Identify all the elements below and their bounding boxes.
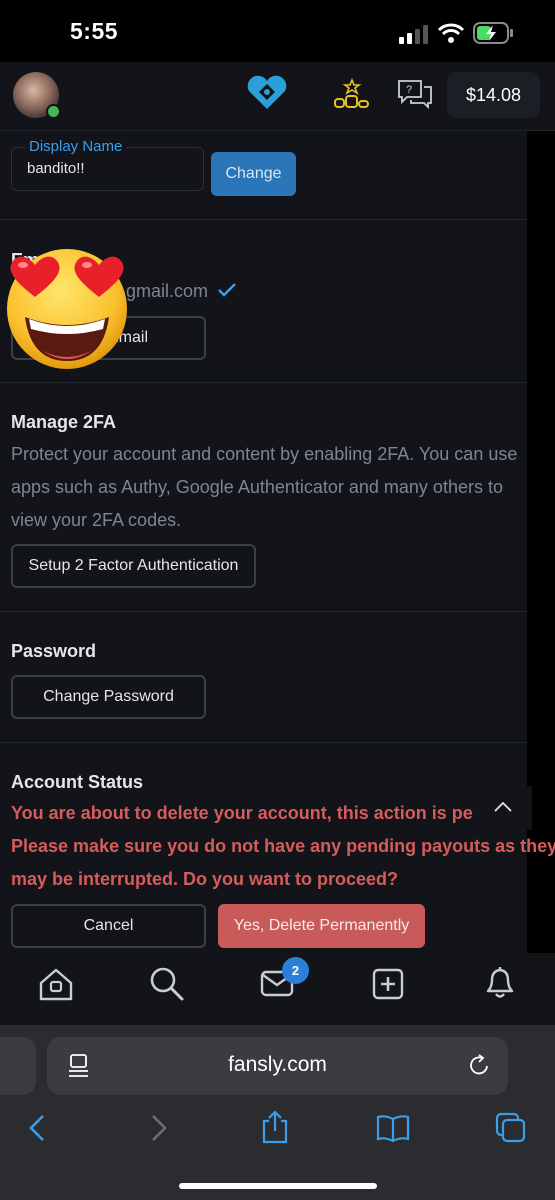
url-text[interactable]: fansly.com bbox=[47, 1053, 508, 1077]
battery-charging-icon bbox=[473, 22, 513, 44]
tabs-icon[interactable] bbox=[495, 1112, 527, 1144]
display-name-value[interactable]: bandito!! bbox=[27, 160, 85, 177]
signal-icon bbox=[399, 25, 428, 44]
account-status-heading: Account Status bbox=[11, 772, 144, 792]
twofa-description-line-3: view your 2FA codes. bbox=[11, 510, 182, 530]
delete-warning-line-3: may be interrupted. Do you want to proce… bbox=[11, 869, 399, 889]
share-icon[interactable] bbox=[261, 1110, 289, 1144]
email-address: gmail.com bbox=[126, 281, 209, 301]
change-password-button[interactable]: Change Password bbox=[11, 675, 206, 719]
forward-icon[interactable] bbox=[150, 1114, 168, 1142]
section-divider bbox=[0, 742, 527, 743]
scroll-top-button[interactable] bbox=[474, 786, 532, 830]
section-divider bbox=[0, 219, 527, 220]
change-display-name-button[interactable]: Change bbox=[211, 152, 296, 196]
password-heading: Password bbox=[11, 641, 97, 661]
chevron-up-icon bbox=[494, 801, 512, 812]
section-divider bbox=[0, 382, 527, 383]
previous-tab[interactable] bbox=[0, 1037, 36, 1095]
display-name-label: Display Name bbox=[25, 138, 127, 155]
cancel-delete-button[interactable]: Cancel bbox=[11, 904, 206, 948]
bell-icon[interactable] bbox=[484, 966, 516, 1000]
verified-check-icon bbox=[218, 283, 236, 297]
reload-icon[interactable] bbox=[469, 1054, 491, 1078]
messages-badge: 2 bbox=[282, 957, 309, 984]
home-indicator bbox=[179, 1183, 377, 1189]
delete-warning-line-1: You are about to delete your account, th… bbox=[11, 803, 506, 823]
leaderboard-icon[interactable] bbox=[334, 77, 370, 109]
twofa-heading: Manage 2FA bbox=[11, 412, 117, 432]
twofa-description-line-1: Protect your account and content by enab… bbox=[11, 444, 518, 464]
delete-warning-line-2: Please make sure you do not have any pen… bbox=[11, 836, 555, 856]
fansly-logo-icon[interactable] bbox=[246, 75, 288, 111]
section-divider bbox=[0, 611, 527, 612]
search-icon[interactable] bbox=[149, 966, 185, 1002]
confirm-delete-button[interactable]: Yes, Delete Permanently bbox=[218, 904, 425, 948]
back-icon[interactable] bbox=[28, 1114, 46, 1142]
svg-text:?: ? bbox=[406, 84, 412, 96]
wifi-icon bbox=[437, 23, 465, 43]
setup-2fa-button[interactable]: Setup 2 Factor Authentication bbox=[11, 544, 256, 588]
status-time: 5:55 bbox=[70, 18, 119, 44]
twofa-description-line-2: apps such as Authy, Google Authenticator… bbox=[11, 477, 503, 497]
wallet-balance[interactable]: $14.08 bbox=[447, 72, 540, 118]
heart-eyes-emoji bbox=[7, 249, 127, 369]
help-chat-icon[interactable]: ? bbox=[397, 79, 433, 110]
online-indicator bbox=[46, 104, 61, 119]
home-icon[interactable] bbox=[38, 968, 74, 1002]
add-post-icon[interactable] bbox=[372, 968, 404, 1000]
bookmarks-icon[interactable] bbox=[376, 1114, 410, 1143]
